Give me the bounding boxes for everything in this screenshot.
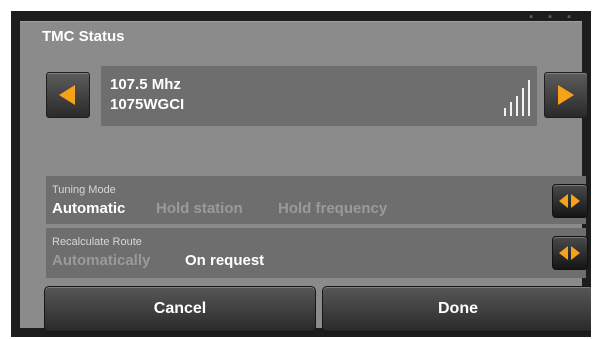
cancel-button[interactable]: Cancel [44, 286, 316, 332]
recalculate-route-label: Recalculate Route [52, 236, 142, 248]
station-frequency: 107.5 Mhz [110, 76, 181, 93]
tuning-option-hold-station[interactable]: Hold station [156, 200, 243, 217]
signal-strength-icon [504, 78, 532, 116]
recalc-option-on-request[interactable]: On request [185, 252, 264, 269]
recalculate-route-selector-button[interactable] [552, 236, 588, 270]
previous-station-button[interactable] [46, 72, 90, 118]
done-button[interactable]: Done [322, 286, 591, 332]
tmc-status-dialog: TMC Status 107.5 Mhz 1075WGCI Tuning Mod… [20, 21, 591, 332]
right-arrow-icon [571, 246, 580, 260]
tuning-option-automatic[interactable]: Automatic [52, 200, 125, 217]
next-station-button[interactable] [544, 72, 588, 118]
station-details: 107.5 Mhz 1075WGCI [110, 75, 184, 115]
recalc-option-automatically[interactable]: Automatically [52, 252, 150, 269]
left-arrow-icon [559, 194, 568, 208]
background-status-icons: ▪ ▪ ▪ [529, 11, 577, 23]
device-screen: ▪ ▪ ▪ TMC Status 107.5 Mhz 1075WGCI Tuni… [11, 11, 591, 337]
tuning-mode-selector-button[interactable] [552, 184, 588, 218]
triangle-left-icon [59, 85, 75, 105]
right-arrow-icon [571, 194, 580, 208]
tuning-mode-label: Tuning Mode [52, 184, 116, 196]
tuning-option-hold-frequency[interactable]: Hold frequency [278, 200, 387, 217]
station-name: 1075WGCI [110, 96, 185, 113]
triangle-right-icon [558, 85, 574, 105]
left-arrow-icon [559, 246, 568, 260]
dialog-title: TMC Status [42, 28, 125, 45]
